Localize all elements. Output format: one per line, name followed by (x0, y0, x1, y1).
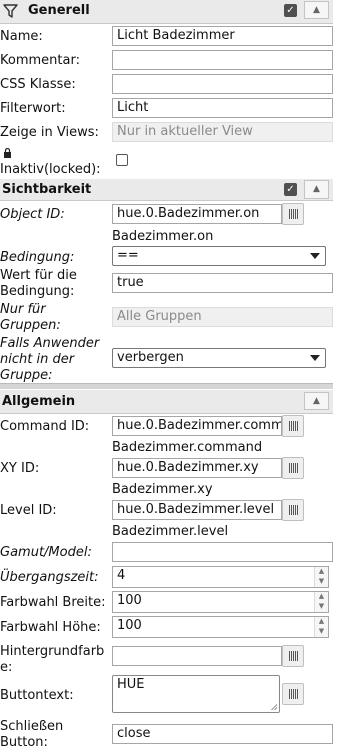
level-id-label: Level ID: (0, 503, 57, 518)
falls-label-line3: Gruppe: (0, 368, 53, 383)
gruppen-label-line1: Nur für (0, 302, 46, 317)
xy-id-subtitle: Badezimmer.xy (112, 482, 213, 497)
uebergangszeit-spinner[interactable]: ▲ ▼ (314, 567, 328, 587)
farbwahl-hoehe-spinner[interactable]: ▲ ▼ (314, 617, 328, 637)
level-id-picker-button[interactable] (282, 499, 304, 521)
object-picker-icon (289, 505, 298, 515)
falls-value: verbergen (117, 350, 184, 365)
views-label: Zeige in Views: (0, 125, 99, 140)
chevron-down-icon (310, 253, 320, 259)
falls-select[interactable]: verbergen (112, 348, 326, 368)
farbwahl-breite-value: 100 (117, 593, 142, 608)
inaktiv-checkbox[interactable] (116, 154, 128, 166)
section-divider (0, 383, 333, 389)
wert-label-line2: Bedingung: (0, 284, 75, 299)
schliessen-label-line2: Button: (0, 735, 48, 750)
collapse-button-allgemein[interactable]: ▲ (304, 392, 329, 410)
object-picker-icon (289, 463, 298, 473)
kommentar-input[interactable] (112, 50, 333, 70)
hintergrund-label-line1: Hintergrundfarb (0, 644, 105, 659)
filter-icon (3, 4, 18, 18)
uebergangszeit-input[interactable]: 4 ▲ ▼ (112, 566, 329, 588)
object-id-label: Object ID: (0, 207, 65, 222)
section-title-allgemein: Allgemein (2, 394, 76, 409)
command-id-subtitle: Badezimmer.command (112, 440, 263, 455)
farbwahl-breite-input[interactable]: 100 ▲ ▼ (112, 591, 329, 613)
farbwahl-hoehe-input[interactable]: 100 ▲ ▼ (112, 616, 329, 638)
css-class-label: CSS Klasse: (0, 77, 76, 92)
gruppen-label-line2: Gruppen: (0, 318, 61, 333)
gamut-label: Gamut/Model: (0, 545, 92, 560)
buttontext-picker-button[interactable] (282, 683, 304, 705)
level-id-input[interactable]: hue.0.Badezimmer.level (112, 500, 282, 520)
farbwahl-breite-label: Farbwahl Breite: (0, 595, 106, 610)
object-picker-icon (289, 209, 298, 219)
filterwort-input[interactable]: Licht (112, 98, 333, 118)
buttontext-label: Buttontext: (0, 688, 74, 703)
resize-handle-icon[interactable] (271, 704, 277, 710)
section-header-allgemein[interactable]: Allgemein ▲ (0, 390, 333, 414)
gamut-input[interactable] (112, 542, 333, 562)
command-id-input[interactable]: hue.0.Badezimmer.command (112, 416, 282, 436)
object-id-picker-button[interactable] (282, 203, 304, 225)
xy-id-picker-button[interactable] (282, 457, 304, 479)
inaktiv-label: Inaktiv(locked): (0, 162, 101, 177)
xy-id-label: XY ID: (0, 461, 40, 476)
views-select[interactable]: Nur in aktueller View (112, 122, 333, 142)
collapse-button-sichtbarkeit[interactable]: ▲ (304, 180, 329, 199)
falls-label-line1: Falls Anwender (0, 336, 100, 351)
filterwort-label: Filterwort: (0, 101, 66, 116)
farbwahl-hoehe-label: Farbwahl Höhe: (0, 620, 101, 635)
bedingung-label: Bedingung: (0, 250, 75, 265)
schliessen-label-line1: Schließen (0, 719, 64, 734)
section-header-generell[interactable]: Generell ✓ ▲ (0, 0, 333, 24)
section-enable-checkbox-sichtbarkeit[interactable]: ✓ (284, 183, 297, 196)
lock-icon (4, 148, 11, 158)
section-title-sichtbarkeit: Sichtbarkeit (2, 182, 92, 197)
chevron-down-icon (310, 355, 320, 361)
hintergrund-input[interactable] (112, 646, 282, 666)
buttontext-value: HUE (117, 677, 145, 692)
section-title-generell: Generell (28, 3, 90, 18)
command-id-label: Command ID: (0, 419, 90, 434)
object-picker-icon (289, 689, 298, 699)
object-id-subtitle: Badezimmer.on (112, 229, 214, 244)
section-header-sichtbarkeit[interactable]: Sichtbarkeit ✓ ▲ (0, 179, 333, 201)
gruppen-select[interactable]: Alle Gruppen (112, 307, 333, 327)
name-input[interactable]: Licht Badezimmer (112, 26, 333, 46)
command-id-picker-button[interactable] (282, 415, 304, 437)
falls-label-line2: nicht in der (0, 352, 75, 367)
object-picker-icon (289, 651, 298, 661)
object-id-input[interactable]: hue.0.Badezimmer.on (112, 204, 282, 224)
wert-label-line1: Wert für die (0, 268, 77, 283)
uebergangszeit-value: 4 (117, 568, 126, 583)
wert-input[interactable]: true (112, 273, 333, 293)
schliessen-input[interactable]: close (112, 724, 333, 744)
hintergrund-picker-button[interactable] (282, 645, 304, 667)
bedingung-select[interactable]: == (112, 246, 326, 266)
level-id-subtitle: Badezimmer.level (112, 524, 229, 539)
object-picker-icon (289, 421, 298, 431)
css-class-input[interactable] (112, 74, 333, 94)
section-enable-checkbox-generell[interactable]: ✓ (284, 4, 297, 17)
buttontext-textarea[interactable]: HUE (112, 675, 280, 713)
kommentar-label: Kommentar: (0, 53, 80, 68)
uebergangszeit-label: Übergangszeit: (0, 570, 99, 585)
xy-id-input[interactable]: hue.0.Badezimmer.xy (112, 458, 282, 478)
bedingung-value: == (117, 248, 139, 263)
farbwahl-breite-spinner[interactable]: ▲ ▼ (314, 592, 328, 612)
collapse-button-generell[interactable]: ▲ (304, 1, 329, 19)
hintergrund-label-line2: e: (0, 660, 13, 675)
name-label: Name: (0, 29, 43, 44)
farbwahl-hoehe-value: 100 (117, 618, 142, 633)
